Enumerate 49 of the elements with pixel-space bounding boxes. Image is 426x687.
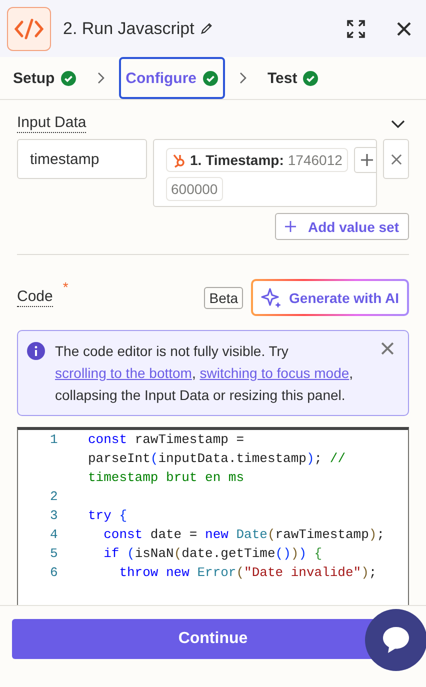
- line-number: 3: [49, 507, 59, 525]
- check-icon: [303, 70, 318, 86]
- field-pill: 600000: [166, 177, 223, 201]
- chevron-right-icon: [96, 72, 105, 84]
- generate-ai-button[interactable]: Generate with AI: [251, 279, 409, 316]
- info-icon: [27, 342, 45, 360]
- expand-icon: [346, 18, 366, 38]
- line-number: 4: [49, 526, 59, 544]
- notice-text: The code editor is not fully visible. Try scrolling to the bottom, switching to focus mode, collapsing the Input Data or resizing this panel.: [55, 342, 354, 405]
- section-label: Input Data: [17, 114, 86, 133]
- check-icon: [60, 70, 76, 86]
- code-line: const rawTimestamp = parseInt(inputData.timestamp); // timestamp brut en ms: [88, 431, 346, 487]
- close-icon: [396, 20, 412, 36]
- value-field[interactable]: 1. Timestamp: 1746012 600000: [153, 139, 377, 207]
- notice-link[interactable]: switching to focus mode: [200, 365, 350, 381]
- key-field[interactable]: timestamp: [17, 139, 147, 179]
- code-editor[interactable]: 1 const rawTimestamp = parseInt(inputData.timestamp); // timestamp brut en ms 2 3 try { 4 const date = new Date(rawTimestamp); 5 if (isNaN(date.getTime())) { 6 throw new Error("Date invalide");: [17, 427, 409, 605]
- remove-button[interactable]: [383, 139, 409, 179]
- code-line: try {: [88, 507, 128, 525]
- add-value-set-button[interactable]: Add value set: [274, 213, 409, 240]
- insert-button[interactable]: [354, 147, 376, 173]
- field-pill: 1. Timestamp: 1746012: [166, 148, 348, 172]
- chevron-icon: [391, 120, 405, 128]
- code-line: throw new Error("Date invalide");: [118, 564, 378, 582]
- step-title: 2. Run Javascript: [63, 18, 194, 38]
- code-icon: [14, 18, 44, 40]
- code-line: const date = new Date(rawTimestamp);: [102, 526, 386, 544]
- line-number: 1: [49, 431, 59, 449]
- line-number: 5: [49, 545, 59, 563]
- line-number: 2: [49, 488, 59, 506]
- sparkle-icon: [261, 286, 284, 308]
- section-label: Code: [17, 288, 53, 307]
- chevron-right-icon: [238, 72, 246, 84]
- code-line: if (isNaN(date.getTime())) {: [102, 545, 324, 563]
- close-icon: [381, 342, 394, 355]
- step-tab[interactable]: Test: [260, 57, 326, 99]
- check-icon: [202, 70, 218, 86]
- required-mark: *: [62, 279, 68, 295]
- step-tab[interactable]: Setup: [6, 57, 83, 99]
- beta-badge: Beta: [204, 286, 244, 308]
- close-icon: [390, 154, 402, 164]
- plus-icon: [360, 153, 374, 167]
- hub-icon: [172, 152, 186, 168]
- plus-icon: [284, 221, 296, 232]
- step-tab[interactable]: Configure: [118, 57, 224, 99]
- chat-bubble-icon: [380, 624, 412, 656]
- notice-link[interactable]: scrolling to the bottom: [55, 365, 192, 381]
- pencil-icon: [200, 22, 214, 35]
- line-number: 6: [49, 564, 59, 582]
